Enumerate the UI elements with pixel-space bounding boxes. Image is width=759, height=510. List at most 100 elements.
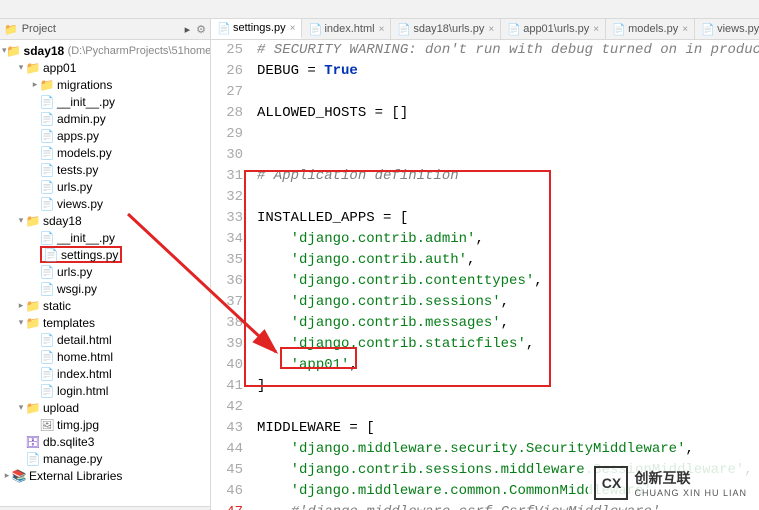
- py-file-icon: 📄: [612, 23, 624, 36]
- tab-label: index.html: [324, 23, 374, 35]
- tree-file[interactable]: 📄wsgi.py: [0, 280, 210, 297]
- html-file-icon: 📄: [40, 367, 54, 381]
- tree-file[interactable]: 📄manage.py: [0, 450, 210, 467]
- py-file-icon: 📄: [507, 23, 519, 36]
- tree-folder-migrations[interactable]: ▸ 📁 migrations: [0, 76, 210, 93]
- html-file-icon: 📄: [40, 384, 54, 398]
- tree-file[interactable]: 📄login.html: [0, 382, 210, 399]
- tree-folder-app01[interactable]: ▾ 📁 app01: [0, 59, 210, 76]
- tree-label: home.html: [57, 350, 113, 364]
- py-file-icon: 📄: [397, 23, 409, 36]
- html-file-icon: 📄: [308, 23, 320, 36]
- close-icon[interactable]: ×: [593, 24, 599, 35]
- tree-label: admin.py: [57, 112, 106, 126]
- tree-label: templates: [43, 316, 95, 330]
- tree-file[interactable]: 📄__init__.py: [0, 229, 210, 246]
- tree-file[interactable]: 📄detail.html: [0, 331, 210, 348]
- tree-root[interactable]: ▾ 📁 sday18 (D:\PycharmProjects\51home: [0, 42, 210, 59]
- folder-icon: 📁: [7, 44, 21, 58]
- tree-file[interactable]: 🗄db.sqlite3: [0, 433, 210, 450]
- tree-label: migrations: [57, 78, 112, 92]
- folder-icon: 📁: [26, 61, 40, 75]
- tree-folder-upload[interactable]: ▾📁upload: [0, 399, 210, 416]
- py-file-icon: 📄: [26, 452, 40, 466]
- tree-file[interactable]: 📄views.py: [0, 195, 210, 212]
- tree-label: settings.py: [61, 248, 118, 262]
- tree-label: sday18: [43, 214, 82, 228]
- tree-label: urls.py: [57, 265, 92, 279]
- py-file-icon: 📄: [44, 248, 58, 262]
- folder-icon: 📁: [26, 401, 40, 415]
- py-file-icon: 📄: [40, 231, 54, 245]
- tree-folder-templates[interactable]: ▾📁templates: [0, 314, 210, 331]
- tree-file[interactable]: 🖼timg.jpg: [0, 416, 210, 433]
- tree-label: login.html: [57, 384, 108, 398]
- folder-icon: 📁: [40, 78, 54, 92]
- tree-label: index.html: [57, 367, 112, 381]
- folder-icon: 📁: [26, 316, 40, 330]
- close-icon[interactable]: ×: [488, 24, 494, 35]
- tree-label: __init__.py: [57, 95, 115, 109]
- py-file-icon: 📄: [217, 22, 229, 35]
- tree-folder-static[interactable]: ▸📁static: [0, 297, 210, 314]
- py-file-icon: 📄: [40, 129, 54, 143]
- editor-tab-bar: 📄 settings.py × 📄 index.html × 📄sday18\urls.…: [211, 19, 759, 40]
- tree-label: views.py: [57, 197, 103, 211]
- py-file-icon: 📄: [40, 197, 54, 211]
- folder-icon: 📁: [26, 214, 40, 228]
- tree-label: detail.html: [57, 333, 112, 347]
- tab-label: views.py: [717, 23, 759, 35]
- tab-models[interactable]: 📄 models.py ×: [606, 19, 695, 39]
- tree-file[interactable]: 📄__init__.py: [0, 93, 210, 110]
- tree-file[interactable]: 📄tests.py: [0, 161, 210, 178]
- close-icon[interactable]: ×: [682, 24, 688, 35]
- tree-label: sday18: [24, 44, 65, 58]
- tree-file[interactable]: 📄apps.py: [0, 127, 210, 144]
- tree-file[interactable]: 📄models.py: [0, 144, 210, 161]
- watermark: CX 创新互联 CHUANG XIN HU LIAN: [588, 462, 753, 504]
- tree-label: urls.py: [57, 180, 92, 194]
- close-icon[interactable]: ×: [290, 23, 296, 34]
- tree-file-settings[interactable]: 📄settings.py: [0, 246, 210, 263]
- tab-app01-urls[interactable]: 📄 app01\urls.py ×: [501, 19, 606, 39]
- watermark-logo: CX: [594, 466, 628, 500]
- folder-icon: 📁: [26, 299, 40, 313]
- py-file-icon: 📄: [40, 146, 54, 160]
- tab-index[interactable]: 📄 index.html ×: [302, 19, 391, 39]
- tree-file[interactable]: 📄urls.py: [0, 178, 210, 195]
- tab-label: settings.py: [233, 22, 286, 34]
- tab-sday18-urls[interactable]: 📄sday18\urls.py×: [391, 19, 501, 39]
- tree-folder-sday18[interactable]: ▾ 📁 sday18: [0, 212, 210, 229]
- tree-path: (D:\PycharmProjects\51home: [68, 45, 210, 57]
- tab-label: models.py: [628, 23, 678, 35]
- project-header[interactable]: 📁 Project ▸ ⚙: [0, 19, 210, 40]
- tree-label: app01: [43, 61, 76, 75]
- tree-file[interactable]: 📄home.html: [0, 348, 210, 365]
- tree-label: wsgi.py: [57, 282, 97, 296]
- project-tree[interactable]: ▾ 📁 sday18 (D:\PycharmProjects\51home ▾ …: [0, 40, 210, 506]
- tree-label: timg.jpg: [57, 418, 99, 432]
- code-content[interactable]: # SECURITY WARNING: don't run with debug…: [249, 40, 759, 510]
- tab-label: app01\urls.py: [523, 23, 589, 35]
- py-file-icon: 📄: [40, 112, 54, 126]
- gear-icon[interactable]: ⚙: [196, 23, 206, 36]
- code-editor[interactable]: 2526272829303132333435363738394041424344…: [211, 40, 759, 510]
- py-file-icon: 📄: [40, 163, 54, 177]
- tab-views[interactable]: 📄views.py×: [695, 19, 759, 39]
- project-icon: 📁: [4, 23, 18, 36]
- tree-file[interactable]: 📄urls.py: [0, 263, 210, 280]
- html-file-icon: 📄: [40, 350, 54, 364]
- close-icon[interactable]: ×: [379, 24, 385, 35]
- tree-external-libraries[interactable]: ▸📚External Libraries: [0, 467, 210, 484]
- tree-file[interactable]: 📄admin.py: [0, 110, 210, 127]
- line-number-gutter: 2526272829303132333435363738394041424344…: [211, 40, 249, 510]
- project-tool-window: 📁 Project ▸ ⚙ ▾ 📁 sday18 (D:\PycharmProj…: [0, 19, 211, 510]
- tree-file[interactable]: 📄index.html: [0, 365, 210, 382]
- py-file-icon: 📄: [40, 265, 54, 279]
- tab-settings[interactable]: 📄 settings.py ×: [211, 19, 302, 39]
- py-file-icon: 📄: [40, 95, 54, 109]
- db-file-icon: 🗄: [26, 435, 40, 449]
- expand-icon[interactable]: ▸: [185, 23, 191, 36]
- tree-label: models.py: [57, 146, 112, 160]
- tree-label: upload: [43, 401, 79, 415]
